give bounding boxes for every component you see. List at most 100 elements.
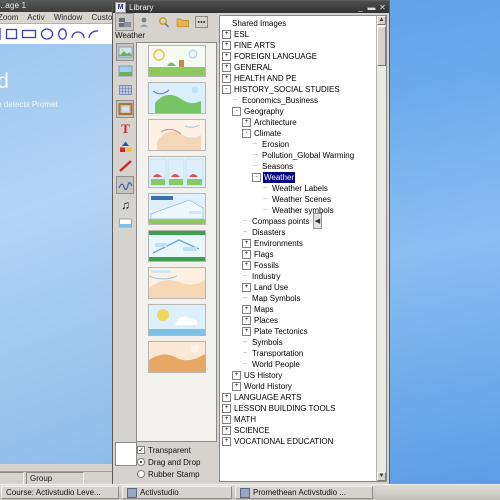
backgrounds-tool-icon[interactable] <box>116 62 134 80</box>
expand-icon[interactable]: + <box>232 382 241 391</box>
text-tool-icon[interactable]: T <box>116 119 134 137</box>
list-item[interactable] <box>147 45 206 77</box>
transparent-checkbox[interactable]: ✓ <box>137 446 145 454</box>
tree-item-pollution-global-warming[interactable]: ─ Pollution_Global Warming <box>222 150 377 161</box>
tree-item-vocational-education[interactable]: + VOCATIONAL EDUCATION <box>222 436 377 447</box>
expand-icon[interactable]: + <box>242 118 251 127</box>
search-icon[interactable] <box>155 14 172 30</box>
list-item[interactable] <box>147 341 206 373</box>
arc-shape-icon[interactable] <box>71 27 85 41</box>
tree-item-language-arts[interactable]: + LANGUAGE ARTS <box>222 392 377 403</box>
list-item[interactable] <box>147 304 206 336</box>
scrollbar-thumb[interactable] <box>377 26 386 66</box>
collapse-icon[interactable]: - <box>222 85 231 94</box>
tree-item-industry[interactable]: ─ Industry <box>222 271 377 282</box>
tree-item-science[interactable]: + SCIENCE <box>222 425 377 436</box>
expand-icon[interactable]: + <box>222 63 231 72</box>
taskbar-item-promethean[interactable]: Promethean Activstudio ... <box>235 486 373 499</box>
expand-icon[interactable]: + <box>242 261 251 270</box>
expand-icon[interactable]: + <box>242 327 251 336</box>
expand-icon[interactable]: + <box>242 283 251 292</box>
tree-item-environments[interactable]: + Environments <box>222 238 377 249</box>
menu-item-window[interactable]: Window <box>54 13 82 22</box>
left-window-titlebar[interactable]: ...age 1 <box>0 0 116 12</box>
lines-tool-icon[interactable] <box>116 157 134 175</box>
scroll-up-arrow[interactable]: ▲ <box>377 16 386 25</box>
expand-icon[interactable]: + <box>222 404 231 413</box>
pictures-tool-icon[interactable] <box>116 100 134 118</box>
tree-item-transportation[interactable]: ─ Transportation <box>222 348 377 359</box>
line-shape-icon[interactable] <box>0 27 2 41</box>
handwriting-tool-icon[interactable] <box>116 176 134 194</box>
list-item[interactable] <box>147 82 206 114</box>
expand-icon[interactable]: + <box>222 415 231 424</box>
grids-tool-icon[interactable] <box>116 81 134 99</box>
thumbnail-list[interactable] <box>136 42 217 442</box>
more-options-icon[interactable] <box>193 14 210 30</box>
close-button[interactable]: ✕ <box>378 3 387 12</box>
circle-shape-icon[interactable] <box>40 27 54 41</box>
minimize-button[interactable]: _ <box>356 3 365 12</box>
tree-item-weather-scenes[interactable]: ─ Weather Scenes <box>222 194 377 205</box>
tree-root[interactable]: Shared Images <box>222 18 377 29</box>
tree-item-world-people[interactable]: ─ World People <box>222 359 377 370</box>
tree-item-weather[interactable]: - Weather <box>222 172 377 183</box>
tree-scrollbar[interactable]: ▲ ▼ <box>376 16 386 481</box>
tree-item-disasters[interactable]: ─ Disasters <box>222 227 377 238</box>
collapse-icon[interactable]: - <box>252 173 261 182</box>
tree-item-world-history[interactable]: + World History <box>222 381 377 392</box>
list-item[interactable] <box>147 156 206 188</box>
tree-item-places[interactable]: + Places <box>222 315 377 326</box>
scroll-down-arrow[interactable]: ▼ <box>377 472 386 481</box>
tree-item-fossils[interactable]: + Fossils <box>222 260 377 271</box>
flipchart-canvas[interactable]: Ltd etected n this application detects P… <box>0 44 116 464</box>
open-folder-icon[interactable] <box>174 14 191 30</box>
tree-item-symbols[interactable]: ─ Symbols <box>222 337 377 348</box>
expand-icon[interactable]: + <box>222 52 231 61</box>
taskbar-item-activstudio[interactable]: Activstudio <box>122 486 232 499</box>
expand-icon[interactable]: + <box>222 30 231 39</box>
expand-icon[interactable]: + <box>242 250 251 259</box>
tree-item-maps[interactable]: + Maps <box>222 304 377 315</box>
list-item[interactable] <box>147 193 206 225</box>
images-tool-icon[interactable] <box>116 43 134 61</box>
tree-item-climate[interactable]: - Climate <box>222 128 377 139</box>
library-titlebar[interactable]: M Library _ ▬ ✕ <box>113 1 389 13</box>
expand-icon[interactable]: + <box>222 437 231 446</box>
square-shape-icon[interactable] <box>5 27 18 41</box>
tree-item-plate-tectonics[interactable]: + Plate Tectonics <box>222 326 377 337</box>
expand-icon[interactable]: + <box>232 371 241 380</box>
restore-button[interactable]: ▬ <box>367 3 376 12</box>
expand-icon[interactable]: + <box>222 41 231 50</box>
tree-item-weather-symbols[interactable]: ─ Weather symbols <box>222 205 377 216</box>
list-item[interactable] <box>147 119 206 151</box>
shared-resources-icon[interactable] <box>115 13 134 31</box>
list-item[interactable] <box>147 267 206 299</box>
drag-and-drop-radio[interactable] <box>137 458 145 466</box>
expand-icon[interactable]: + <box>242 239 251 248</box>
tree-item-geography[interactable]: - Geography <box>222 106 377 117</box>
tree-item-foreign-language[interactable]: + FOREIGN LANGUAGE <box>222 51 377 62</box>
tree-item-economics-business[interactable]: ─ Economics_Business <box>222 95 377 106</box>
transparent-option[interactable]: ✓ Transparent <box>137 444 217 456</box>
tree-item-math[interactable]: + MATH <box>222 414 377 425</box>
tree-item-map-symbols[interactable]: ─ Map Symbols <box>222 293 377 304</box>
menu-item-zoom[interactable]: Zoom <box>0 13 18 22</box>
rubber-stamp-radio[interactable] <box>137 470 145 478</box>
resource-tree[interactable]: Shared Images + ESL + FINE ARTS + FOREIGN LAN… <box>220 16 377 481</box>
tree-item-weather-labels[interactable]: ─ Weather Labels <box>222 183 377 194</box>
expand-icon[interactable]: + <box>242 305 251 314</box>
tree-item-land-use[interactable]: + Land Use <box>222 282 377 293</box>
shapes-tool-icon[interactable] <box>116 138 134 156</box>
rubber-stamp-option[interactable]: Rubber Stamp <box>137 468 217 480</box>
ellipse-shape-icon[interactable] <box>57 27 68 41</box>
tree-item-architecture[interactable]: + Architecture <box>222 117 377 128</box>
expand-icon[interactable]: + <box>242 316 251 325</box>
resource-tree-panel[interactable]: Shared Images + ESL + FINE ARTS + FOREIGN LAN… <box>219 15 387 482</box>
expand-icon[interactable]: + <box>222 74 231 83</box>
collapse-icon[interactable]: - <box>242 129 251 138</box>
sounds-tool-icon[interactable]: ♫ <box>116 195 134 213</box>
tree-item-flags[interactable]: + Flags <box>222 249 377 260</box>
list-item[interactable] <box>147 230 206 262</box>
panel-collapse-handle[interactable]: ◀ <box>313 213 322 229</box>
